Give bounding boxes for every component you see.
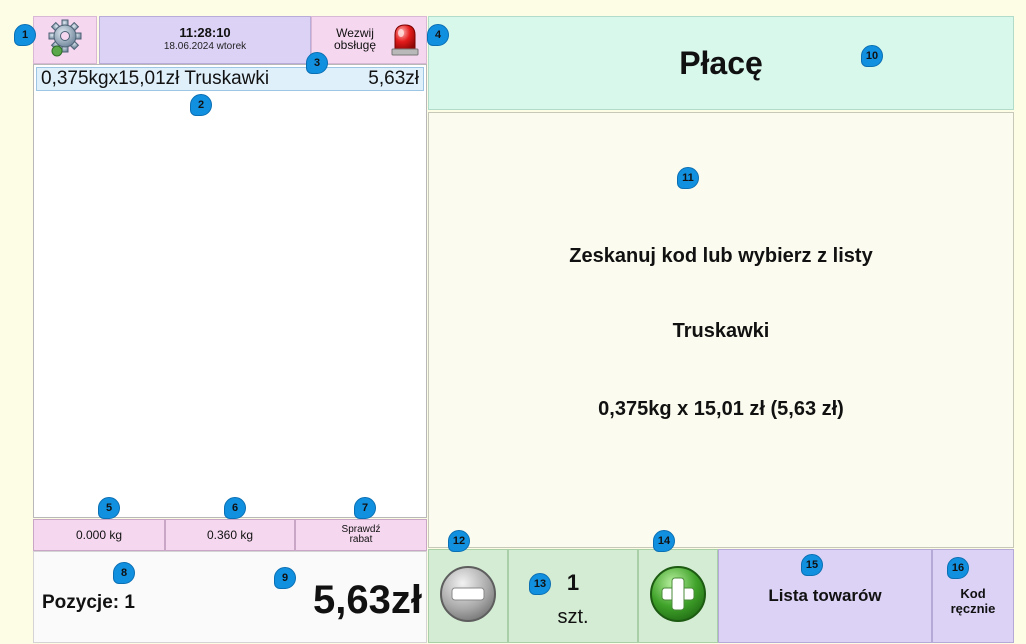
product-price-detail: 0,375kg x 15,01 zł (5,63 zł) [598,398,844,420]
pay-button[interactable]: Płacę [428,16,1014,110]
pay-label: Płacę [679,44,763,81]
marker-6: 6 [224,497,246,519]
product-name: Truskawki [672,320,770,342]
check-discount-button[interactable]: Sprawdź rabat [295,519,427,551]
marker-13: 13 [529,573,551,595]
marker-1: 1 [14,24,36,46]
manual-code-label: Kod ręcznie [950,586,996,616]
total-amount: 5,63zł [313,578,422,622]
quantity-display: 1 szt. [508,549,638,643]
marker-4: 4 [427,24,449,46]
minus-circle-icon [438,564,498,629]
message-panel: Zeskanuj kod lub wybierz z listy Truskaw… [428,112,1014,548]
marker-8: 8 [113,562,135,584]
marker-15: 15 [801,554,823,576]
call-service-label: Wezwij obsługę [333,26,377,52]
clock-display: 11:28:10 18.06.2024 wtorek [99,16,311,64]
product-list-label: Lista towarów [768,586,882,605]
check-discount-label: Sprawdź rabat [341,524,381,545]
manual-code-button[interactable]: Kod ręcznie [932,549,1014,643]
positions-count: Pozycje: 1 [42,592,135,613]
clock-time: 11:28:10 [179,25,231,40]
receipt-row[interactable]: 0,375kgx15,01zł Truskawki 5,63zł [36,67,424,91]
receipt-item-amount: 5,63zł [368,68,419,89]
marker-12: 12 [448,530,470,552]
marker-3: 3 [306,52,328,74]
gear-icon [45,18,85,63]
marker-2: 2 [190,94,212,116]
quantity-unit: szt. [557,606,589,628]
summary-panel: Pozycje: 1 5,63zł [33,551,427,643]
siren-icon [390,23,420,64]
marker-14: 14 [653,530,675,552]
decrease-quantity-button[interactable] [428,549,508,643]
marker-9: 9 [274,567,296,589]
receipt-item-description: 0,375kgx15,01zł Truskawki [41,68,270,89]
increase-quantity-button[interactable] [638,549,718,643]
plus-circle-icon [648,564,708,629]
marker-7: 7 [354,497,376,519]
scale-weight-2: 0.360 kg [165,519,295,551]
marker-5: 5 [98,497,120,519]
clock-date: 18.06.2024 wtorek [163,41,247,52]
marker-11: 11 [677,167,699,189]
settings-button[interactable] [33,16,97,64]
scale-weight-1: 0.000 kg [33,519,165,551]
product-list-button[interactable]: Lista towarów [718,549,932,643]
call-service-button[interactable]: Wezwij obsługę [311,16,427,64]
scan-prompt: Zeskanuj kod lub wybierz z listy [569,245,873,267]
receipt-list[interactable]: 0,375kgx15,01zł Truskawki 5,63zł [33,64,427,518]
marker-16: 16 [947,557,969,579]
marker-10: 10 [861,45,883,67]
